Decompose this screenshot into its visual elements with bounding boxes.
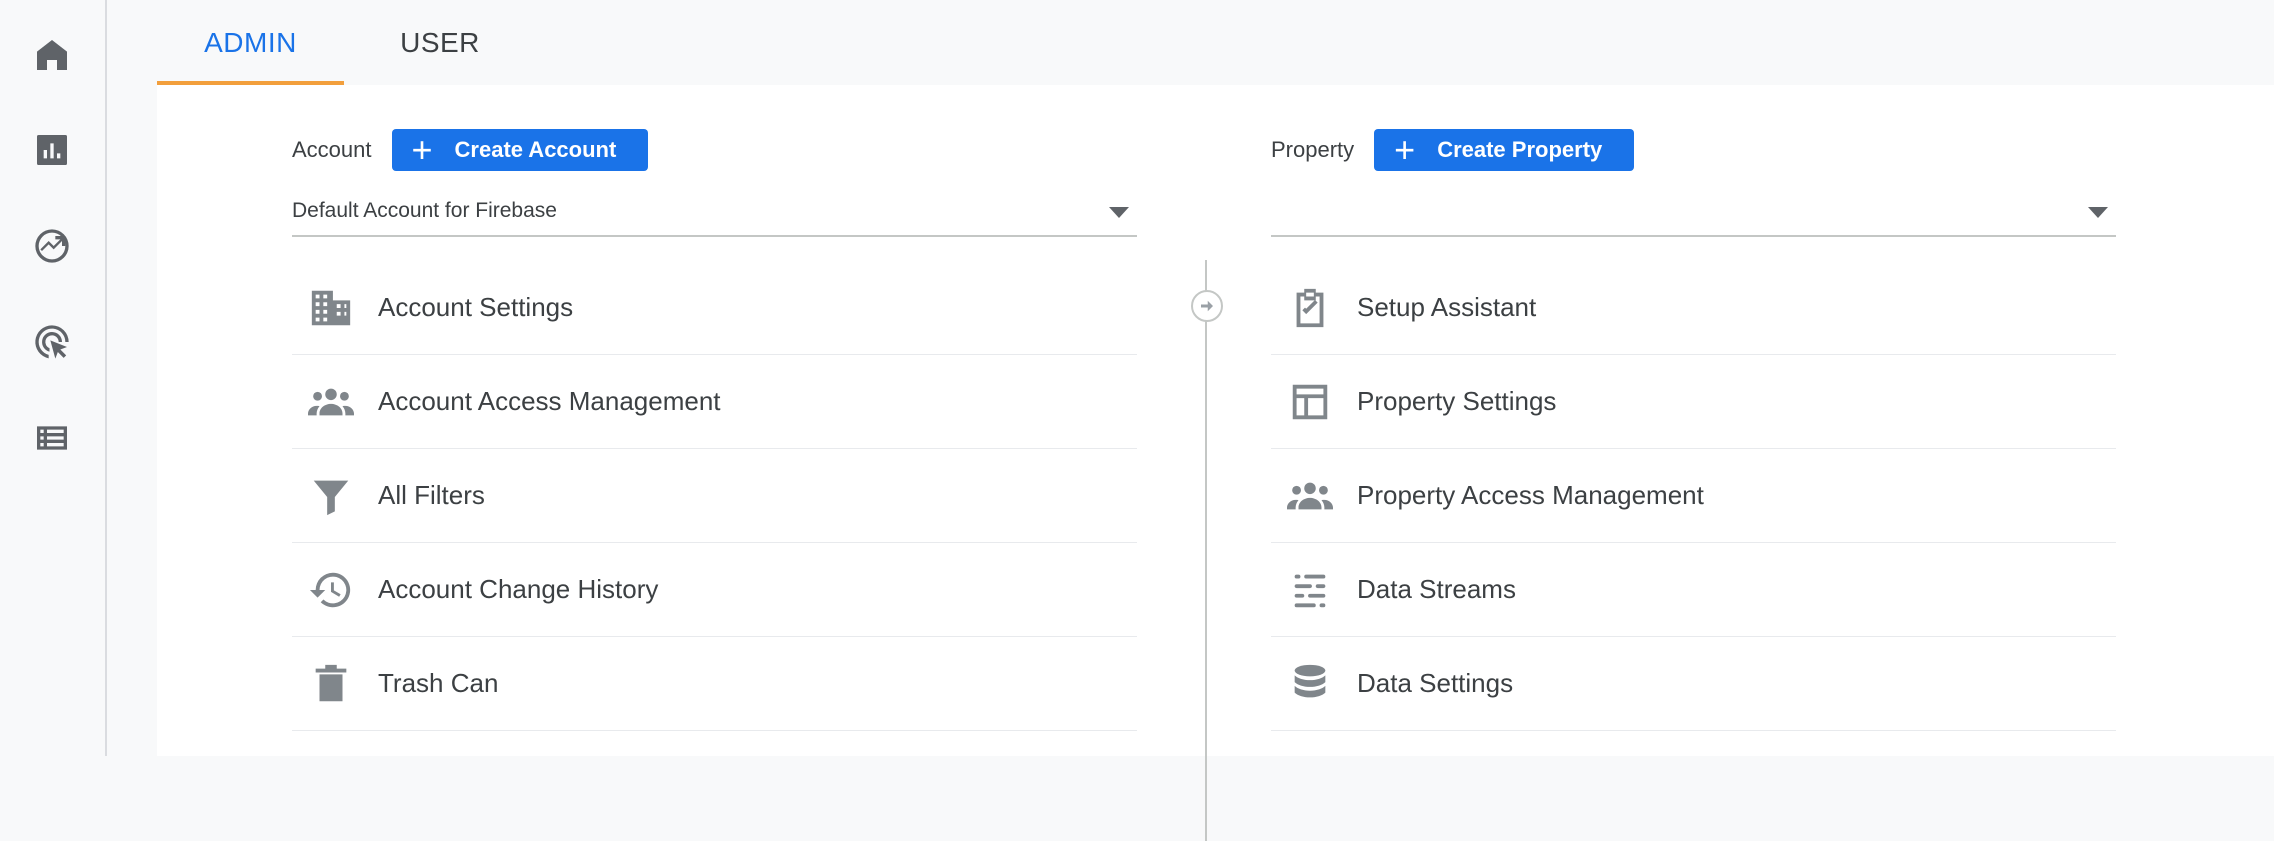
tab-admin[interactable]: ADMIN — [157, 0, 344, 85]
menu-item-label: Account Access Management — [378, 386, 721, 417]
account-menu: Account Settings Account Access Manageme… — [292, 261, 1137, 731]
plus-icon: + — [412, 132, 433, 168]
admin-panel: Account + Create Account Default Account… — [157, 85, 2274, 756]
tab-user[interactable]: USER — [375, 0, 505, 85]
history-icon — [306, 565, 356, 615]
plus-icon: + — [1394, 132, 1415, 168]
trash-icon — [306, 659, 356, 709]
menu-item-label: Account Change History — [378, 574, 658, 605]
menu-item-data-streams[interactable]: Data Streams — [1271, 543, 2116, 637]
arrow-right-icon — [1191, 290, 1223, 322]
menu-item-label: Property Access Management — [1357, 480, 1704, 511]
menu-item-account-settings[interactable]: Account Settings — [292, 261, 1137, 355]
menu-item-label: Data Streams — [1357, 574, 1516, 605]
menu-item-label: Account Settings — [378, 292, 573, 323]
configure-icon[interactable] — [30, 416, 74, 460]
property-menu: Setup Assistant Property Settings Proper… — [1271, 261, 2116, 731]
menu-item-label: All Filters — [378, 480, 485, 511]
property-header: Property + Create Property — [1271, 129, 1634, 171]
filter-icon — [306, 471, 356, 521]
property-label: Property — [1271, 137, 1354, 163]
people-icon — [1285, 471, 1335, 521]
menu-item-property-settings[interactable]: Property Settings — [1271, 355, 2116, 449]
create-account-button[interactable]: + Create Account — [392, 129, 649, 171]
dropdown-caret-icon — [2088, 207, 2108, 218]
create-property-label: Create Property — [1437, 137, 1602, 163]
home-icon[interactable] — [30, 33, 74, 77]
account-select[interactable]: Default Account for Firebase — [292, 187, 1137, 237]
menu-item-data-settings[interactable]: Data Settings — [1271, 637, 2116, 731]
create-property-button[interactable]: + Create Property — [1374, 129, 1634, 171]
layout-icon — [1285, 377, 1335, 427]
column-divider — [1205, 260, 1207, 841]
explore-icon[interactable] — [30, 224, 74, 268]
menu-item-label: Trash Can — [378, 668, 498, 699]
streams-icon — [1285, 565, 1335, 615]
account-select-value: Default Account for Firebase — [292, 199, 557, 223]
dropdown-caret-icon — [1109, 207, 1129, 218]
create-account-label: Create Account — [455, 137, 617, 163]
menu-item-label: Setup Assistant — [1357, 292, 1536, 323]
building-icon — [306, 283, 356, 333]
advertising-icon[interactable] — [30, 320, 74, 364]
menu-item-label: Property Settings — [1357, 386, 1556, 417]
people-icon — [306, 377, 356, 427]
menu-item-trash-can[interactable]: Trash Can — [292, 637, 1137, 731]
menu-item-property-access-management[interactable]: Property Access Management — [1271, 449, 2116, 543]
menu-item-account-change-history[interactable]: Account Change History — [292, 543, 1137, 637]
menu-item-setup-assistant[interactable]: Setup Assistant — [1271, 261, 2116, 355]
admin-user-tabs: ADMIN USER — [157, 0, 2274, 85]
left-nav — [0, 0, 107, 756]
account-header: Account + Create Account — [292, 129, 648, 171]
reports-icon[interactable] — [30, 128, 74, 172]
menu-item-label: Data Settings — [1357, 668, 1513, 699]
menu-item-account-access-management[interactable]: Account Access Management — [292, 355, 1137, 449]
menu-item-all-filters[interactable]: All Filters — [292, 449, 1137, 543]
checklist-icon — [1285, 283, 1335, 333]
account-label: Account — [292, 137, 372, 163]
property-select[interactable] — [1271, 187, 2116, 237]
database-icon — [1285, 659, 1335, 709]
